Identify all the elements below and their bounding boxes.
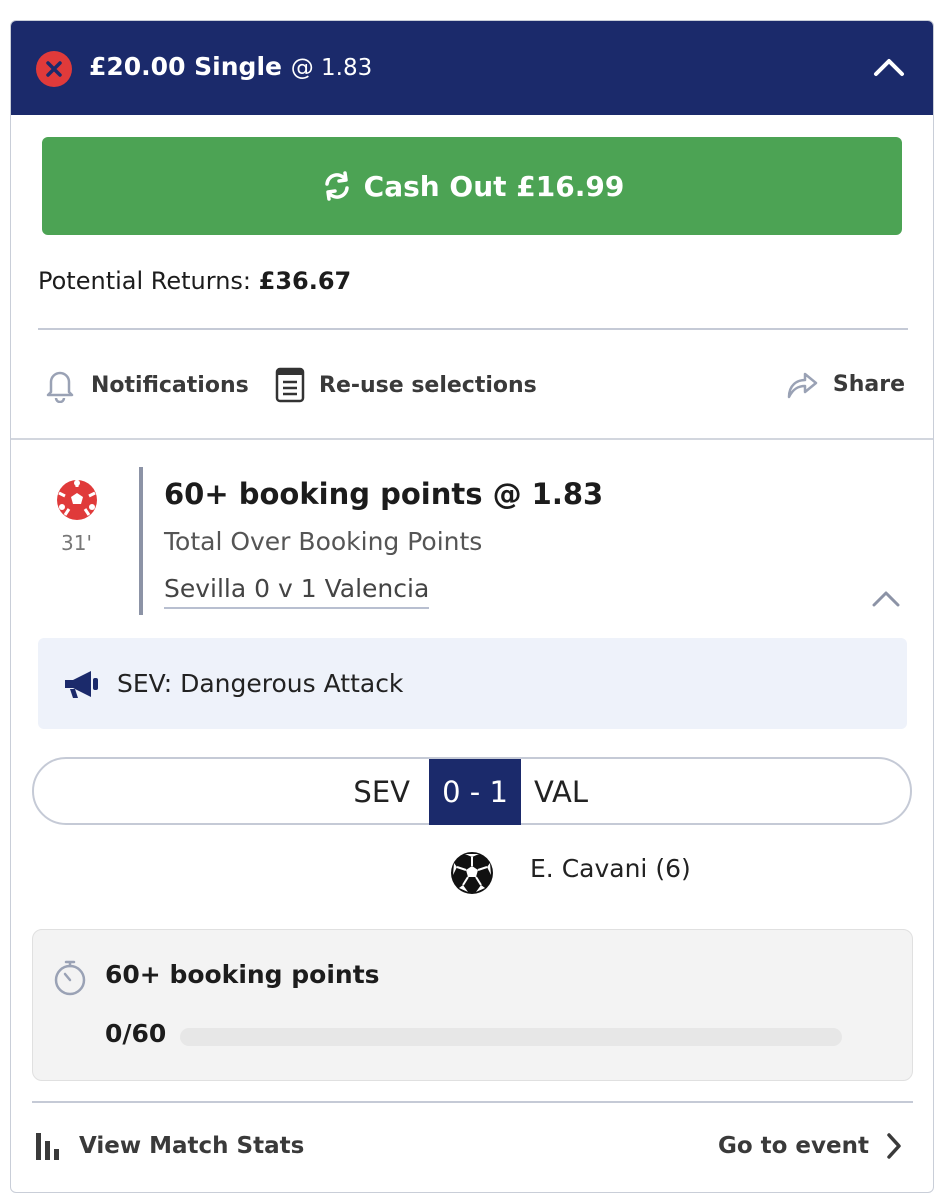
stopwatch-icon <box>54 960 86 996</box>
returns-label: Potential Returns: <box>38 267 251 295</box>
selection-market: Total Over Booking Points <box>164 527 483 556</box>
close-circle-icon[interactable] <box>36 51 72 87</box>
football-icon <box>451 852 493 894</box>
selection-title: 60+ booking points @ 1.83 <box>164 477 604 511</box>
live-alert: SEV: Dangerous Attack <box>38 638 907 729</box>
goal-scorer: E. Cavani (6) <box>530 854 691 883</box>
reuse-selections-button[interactable]: Re-use selections <box>275 367 537 403</box>
document-icon <box>275 367 305 403</box>
stake-label: £20.00 Single <box>89 52 282 81</box>
divider <box>11 438 933 440</box>
bell-icon <box>46 371 74 403</box>
share-label: Share <box>832 371 905 397</box>
bet-tracker: 60+ booking points 0/60 <box>32 929 913 1081</box>
cash-out-button[interactable]: Cash Out £16.99 <box>42 137 902 235</box>
notifications-button[interactable]: Notifications <box>43 367 249 403</box>
stats-label: View Match Stats <box>79 1133 305 1159</box>
returns-value: £36.67 <box>258 267 352 295</box>
bet-title: £20.00 Single @ 1.83 <box>89 52 372 81</box>
bar-chart-icon <box>36 1133 59 1160</box>
go-to-event-button[interactable]: Go to event <box>718 1131 903 1161</box>
divider <box>38 328 908 330</box>
live-football-icon <box>57 480 97 520</box>
go-to-event-label: Go to event <box>717 1133 869 1159</box>
alert-text: SEV: Dangerous Attack <box>117 669 404 698</box>
selection-bar <box>139 467 143 615</box>
progress-bar <box>180 1028 842 1046</box>
share-icon <box>787 372 818 399</box>
tracker-title: 60+ booking points <box>105 960 380 989</box>
away-team: VAL <box>534 775 588 809</box>
view-match-stats-button[interactable]: View Match Stats <box>35 1131 304 1161</box>
megaphone-icon <box>65 670 98 698</box>
odds-label: @ 1.83 <box>290 55 373 81</box>
share-button[interactable]: Share <box>785 367 905 401</box>
refresh-icon <box>324 171 349 201</box>
bet-header[interactable]: £20.00 Single @ 1.83 <box>11 21 933 115</box>
chevron-up-icon[interactable] <box>873 55 905 79</box>
scoreboard: SEV 0 - 1 VAL <box>32 757 912 825</box>
score-result: 0 - 1 <box>429 759 521 825</box>
reuse-label: Re-use selections <box>319 372 537 398</box>
score-value: 0 - 1 <box>442 775 508 809</box>
notifications-label: Notifications <box>91 372 249 398</box>
match-minute: 31' <box>61 531 92 555</box>
cash-out-label: Cash Out £16.99 <box>363 169 625 203</box>
divider <box>32 1101 913 1103</box>
chevron-up-icon[interactable] <box>871 589 901 609</box>
home-team: SEV <box>353 775 410 809</box>
chevron-right-icon <box>887 1133 901 1159</box>
bet-card: £20.00 Single @ 1.83 Cash Out £16.99 Pot… <box>10 20 934 1193</box>
tracker-count: 0/60 <box>105 1019 167 1048</box>
potential-returns: Potential Returns: £36.67 <box>38 267 351 295</box>
event-link[interactable]: Sevilla 0 v 1 Valencia <box>164 574 430 609</box>
